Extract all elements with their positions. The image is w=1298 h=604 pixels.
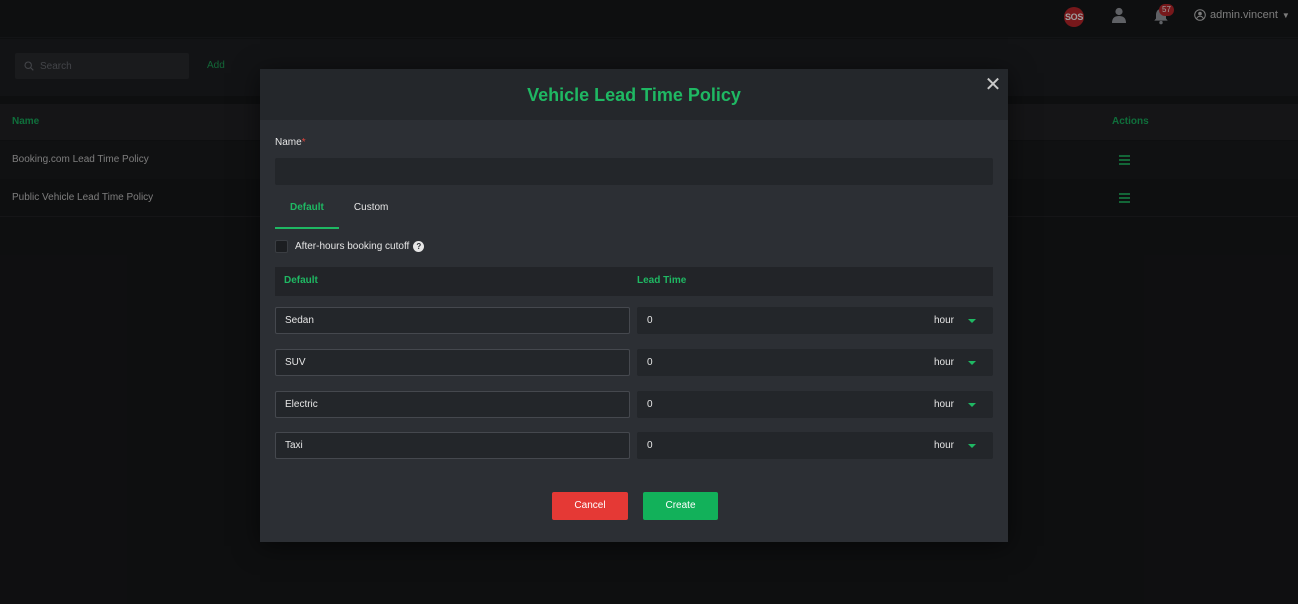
required-asterisk: * xyxy=(301,137,306,148)
vehicle-type-field: SUV xyxy=(275,349,630,376)
chevron-down-icon xyxy=(968,319,976,323)
close-icon[interactable]: ✕ xyxy=(984,75,1002,95)
name-field-label: Name* xyxy=(275,137,306,148)
time-unit-value: hour xyxy=(934,440,955,451)
chevron-down-icon xyxy=(968,403,976,407)
after-hours-checkbox[interactable] xyxy=(275,239,288,253)
lead-time-value-input[interactable] xyxy=(637,391,917,418)
lead-time-value-input[interactable] xyxy=(637,307,917,334)
lead-time-row: SUV hour xyxy=(275,349,993,376)
vehicle-type-field: Electric xyxy=(275,391,630,418)
lead-time-value-input[interactable] xyxy=(637,349,917,376)
policy-tabs: Default Custom xyxy=(275,193,403,229)
lead-time-row: Electric hour xyxy=(275,391,993,418)
lead-time-field: hour xyxy=(637,432,993,459)
vehicle-lead-time-policy-modal: Vehicle Lead Time Policy ✕ Name* Default… xyxy=(260,69,1008,542)
tab-custom[interactable]: Custom xyxy=(339,193,403,229)
time-unit-select[interactable]: hour xyxy=(932,391,993,418)
lead-time-field: hour xyxy=(637,349,993,376)
chevron-down-icon xyxy=(968,444,976,448)
time-unit-select[interactable]: hour xyxy=(932,349,993,376)
lead-time-value-input[interactable] xyxy=(637,432,917,459)
lead-time-table-header: Default Lead Time xyxy=(275,267,993,296)
time-unit-value: hour xyxy=(934,399,955,410)
column-header-lead-time: Lead Time xyxy=(637,275,687,286)
modal-header: Vehicle Lead Time Policy ✕ xyxy=(260,69,1008,120)
modal-title: Vehicle Lead Time Policy xyxy=(527,85,741,105)
question-circle-icon[interactable]: ? xyxy=(413,240,425,252)
time-unit-select[interactable]: hour xyxy=(932,432,993,459)
vehicle-type-field: Taxi xyxy=(275,432,630,459)
name-input[interactable] xyxy=(275,158,993,185)
lead-time-field: hour xyxy=(637,307,993,334)
vehicle-type-field: Sedan xyxy=(275,307,630,334)
chevron-down-icon xyxy=(968,361,976,365)
cancel-button[interactable]: Cancel xyxy=(552,492,628,520)
after-hours-label: After-hours booking cutoff xyxy=(295,240,410,252)
time-unit-select[interactable]: hour xyxy=(932,307,993,334)
time-unit-value: hour xyxy=(934,357,955,368)
time-unit-value: hour xyxy=(934,315,955,326)
after-hours-cutoff-option: After-hours booking cutoff ? xyxy=(275,239,425,253)
name-label-text: Name xyxy=(275,137,302,148)
tab-default[interactable]: Default xyxy=(275,193,339,229)
lead-time-row: Taxi hour xyxy=(275,432,993,459)
lead-time-row: Sedan hour xyxy=(275,307,993,334)
lead-time-field: hour xyxy=(637,391,993,418)
create-button[interactable]: Create xyxy=(643,492,718,520)
column-header-default: Default xyxy=(284,275,318,286)
